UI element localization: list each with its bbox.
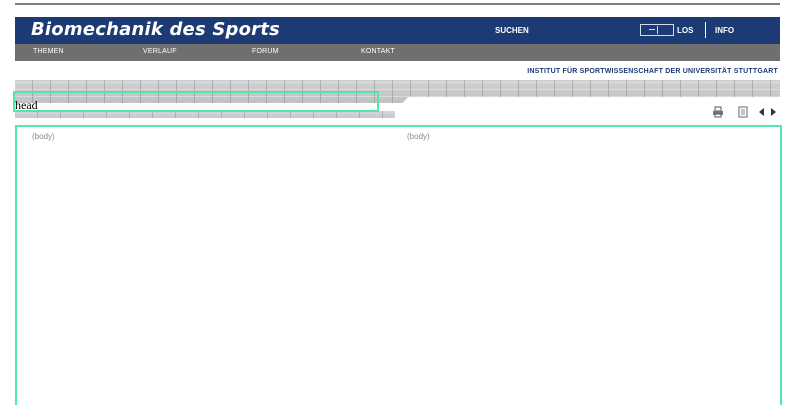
main-nav: THEMEN VERLAUF FORUM KONTAKT bbox=[15, 44, 780, 61]
arrow-right-icon[interactable] bbox=[767, 106, 779, 118]
head-region-label: head bbox=[15, 98, 38, 112]
nav-item-forum[interactable]: FORUM bbox=[252, 48, 279, 55]
search-go-button[interactable]: LOS bbox=[677, 26, 693, 35]
site-header: Biomechanik des Sports SUCHEN LOS INFO bbox=[15, 17, 780, 44]
body-label-left: (body) bbox=[32, 132, 55, 141]
header-divider bbox=[705, 22, 706, 38]
search-label: SUCHEN bbox=[495, 26, 529, 35]
body-label-right: (body) bbox=[407, 132, 430, 141]
body-region-outline bbox=[15, 125, 782, 405]
search-input-mark bbox=[649, 29, 655, 30]
head-region-outline bbox=[13, 91, 379, 112]
nav-item-verlauf[interactable]: VERLAUF bbox=[143, 48, 177, 55]
banner-gap bbox=[408, 97, 780, 103]
top-rule bbox=[0, 0, 792, 5]
print-icon[interactable] bbox=[712, 106, 724, 118]
document-icon[interactable] bbox=[737, 106, 749, 118]
banner-lower-strip bbox=[15, 111, 395, 118]
info-link[interactable]: INFO bbox=[715, 26, 734, 35]
nav-item-kontakt[interactable]: KONTAKT bbox=[361, 48, 395, 55]
search-input[interactable] bbox=[640, 24, 674, 36]
institute-line[interactable]: INSTITUT FÜR SPORTWISSENSCHAFT DER UNIVE… bbox=[527, 68, 778, 75]
search-input-divider bbox=[657, 26, 658, 34]
nav-item-themen[interactable]: THEMEN bbox=[33, 48, 64, 55]
site-title[interactable]: Biomechanik des Sports bbox=[31, 19, 280, 40]
